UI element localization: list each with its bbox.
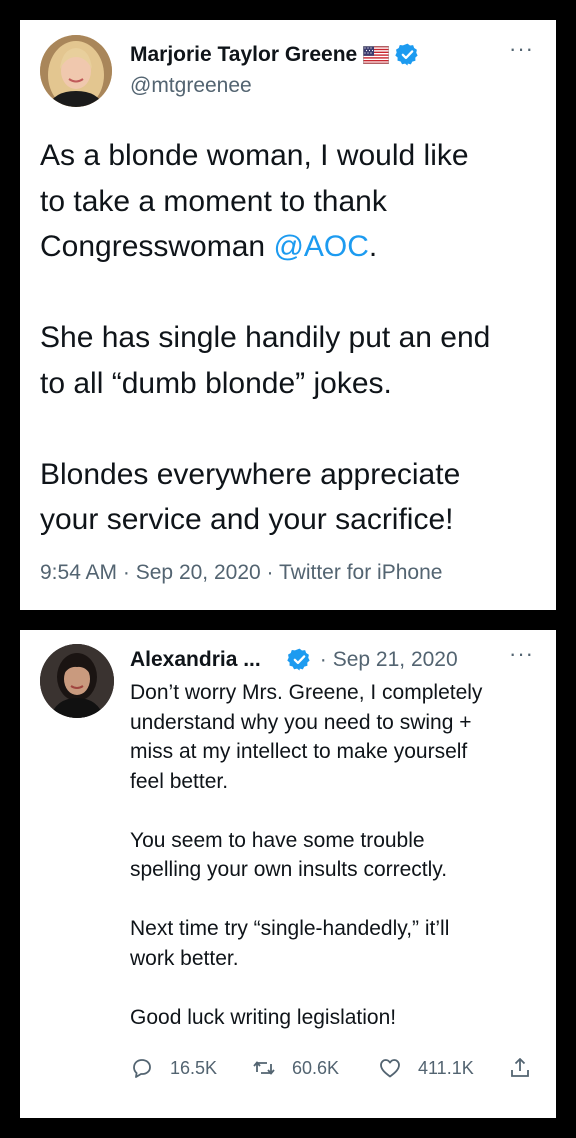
tweet-meta: 9:54 AM · Sep 20, 2020 · Twitter for iPh… <box>40 561 442 585</box>
display-name[interactable]: Alexandria ... <box>130 648 261 672</box>
verified-badge-icon <box>395 42 420 67</box>
share-icon <box>511 1058 529 1077</box>
tweet-date[interactable]: Sep 20, 2020 <box>136 561 261 584</box>
tweet-text: As a blonde woman, I would like to take … <box>40 133 545 543</box>
meta-separator: · <box>122 561 130 584</box>
avatar-aoc[interactable] <box>40 644 114 718</box>
retweet-button[interactable]: 60.6K <box>252 1056 339 1080</box>
like-icon <box>380 1059 400 1078</box>
reply-icon <box>133 1059 151 1078</box>
like-button[interactable]: 411.1K <box>378 1056 474 1080</box>
verified-badge-icon <box>287 647 312 672</box>
tweet-actions: 16.5K 60.6K 411.1K <box>130 1056 534 1086</box>
avatar-aoc-image <box>40 644 114 718</box>
display-name[interactable]: Marjorie Taylor Greene <box>130 43 357 67</box>
us-flag-icon <box>363 45 390 64</box>
avatar-mtg[interactable] <box>40 35 112 107</box>
like-count: 411.1K <box>418 1057 474 1078</box>
tweet-card-mtg[interactable]: Marjorie Taylor Greene @mtgreenee ··· As… <box>20 20 556 610</box>
mention-link[interactable]: @AOC <box>273 230 368 263</box>
retweet-icon <box>253 1061 275 1075</box>
share-button[interactable] <box>508 1056 548 1080</box>
reply-button[interactable]: 16.5K <box>130 1056 217 1080</box>
tweet-2-header: Alexandria ... · Sep 21, 2020 <box>130 647 458 672</box>
meta-separator: · <box>266 561 274 584</box>
more-icon[interactable]: ··· <box>509 38 534 60</box>
tweet-time[interactable]: 9:54 AM <box>40 561 117 584</box>
tweet-date[interactable]: Sep 21, 2020 <box>333 648 458 672</box>
tweet-text-part-1: As a blonde woman, I would like to take … <box>40 139 469 263</box>
date-separator: · <box>319 647 327 671</box>
tweet-card-aoc[interactable]: Alexandria ... · Sep 21, 2020 ··· Don’t … <box>20 630 556 1118</box>
tweet-source[interactable]: Twitter for iPhone <box>279 561 442 584</box>
avatar-mtg-image <box>40 35 112 107</box>
retweet-count: 60.6K <box>292 1057 340 1078</box>
tweet-text: Don’t worry Mrs. Greene, I completely un… <box>130 681 483 1029</box>
tweet-1-header: Marjorie Taylor Greene <box>130 42 420 67</box>
handle[interactable]: @mtgreenee <box>130 74 252 98</box>
tweet-text-part-2: . She has single handily put an end to a… <box>40 230 491 536</box>
reply-count: 16.5K <box>170 1057 218 1078</box>
more-icon[interactable]: ··· <box>509 643 534 665</box>
